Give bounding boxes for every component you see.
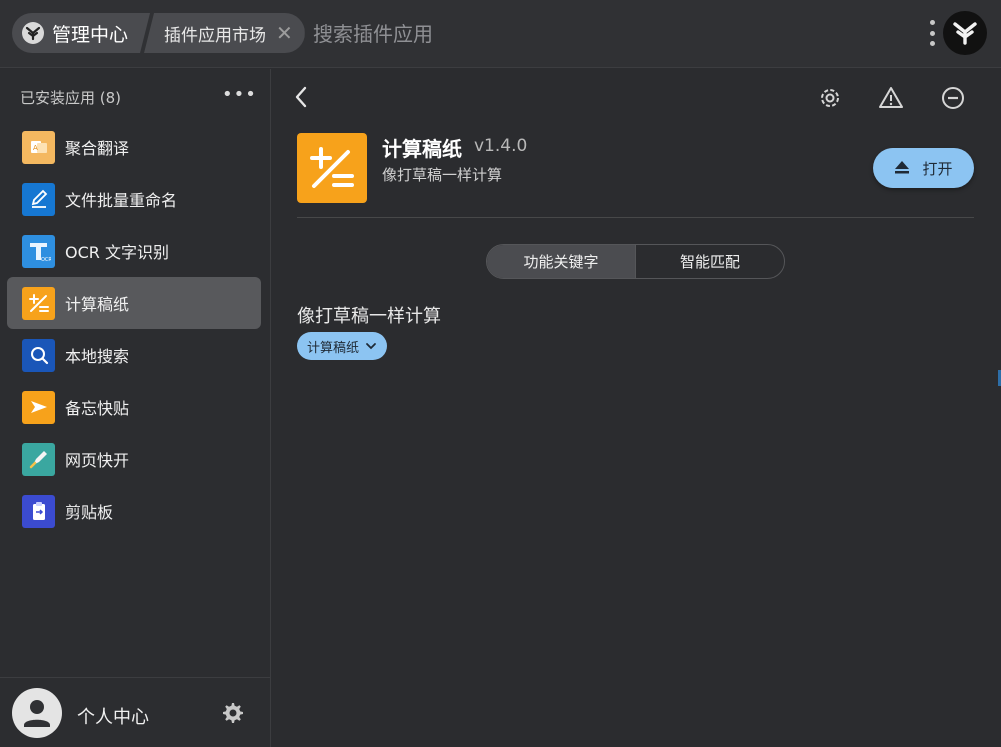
keyword-chip-label: 计算稿纸 — [307, 340, 360, 356]
sidebar-item-label: 剪贴板 — [65, 503, 114, 522]
breadcrumb: 管理中心 插件应用市场 ✕ — [12, 13, 305, 53]
sidebar-item-local-search[interactable]: 本地搜索 — [7, 329, 261, 381]
svg-text:A: A — [33, 144, 38, 152]
top-bar: 管理中心 插件应用市场 ✕ — [0, 0, 1001, 68]
sidebar-item-calculator[interactable]: 计算稿纸 — [7, 277, 261, 329]
sidebar-item-memo[interactable]: 备忘快贴 — [7, 381, 261, 433]
sidebar: 已安装应用 (8) ••• A 聚合翻译 文件批量重命名 OCR OCR 文字识… — [0, 69, 271, 747]
gear-icon[interactable] — [220, 701, 244, 729]
svg-text:OCR: OCR — [41, 257, 51, 263]
feature-tabs: 功能关键字 智能匹配 — [486, 244, 785, 279]
settings-gear-icon[interactable] — [817, 85, 843, 111]
user-icon — [24, 700, 50, 727]
account-avatar[interactable] — [943, 11, 987, 55]
installed-app-list: A 聚合翻译 文件批量重命名 OCR OCR 文字识别 计算稿纸 本地搜索 备忘… — [7, 121, 261, 537]
sidebar-footer: 个人中心 — [0, 677, 270, 747]
personal-center-label[interactable]: 个人中心 — [77, 703, 149, 729]
sidebar-item-label: 文件批量重命名 — [65, 191, 178, 210]
rename-pen-icon — [22, 182, 55, 216]
sidebar-item-label: 备忘快贴 — [65, 399, 130, 418]
more-horizontal-icon[interactable]: ••• — [222, 84, 257, 105]
sidebar-item-label: 网页快开 — [65, 451, 130, 470]
app-logo-icon — [22, 22, 44, 44]
chevron-down-icon — [365, 337, 377, 356]
breadcrumb-home-label: 管理中心 — [52, 23, 129, 46]
calculator-icon — [297, 133, 367, 203]
plugin-detail-panel: 计算稿纸 v1.4.0 像打草稿一样计算 打开 功能关键字 智能匹配 像打草稿一… — [272, 69, 1001, 747]
ocr-icon: OCR — [22, 234, 55, 268]
sidebar-item-label: 计算稿纸 — [65, 295, 130, 314]
tab-smart-match[interactable]: 智能匹配 — [636, 245, 784, 278]
sidebar-item-ocr[interactable]: OCR OCR 文字识别 — [7, 225, 261, 277]
tab-keywords[interactable]: 功能关键字 — [487, 245, 636, 278]
more-vertical-icon[interactable] — [926, 18, 938, 48]
sidebar-item-label: 本地搜索 — [65, 347, 130, 366]
rocket-icon — [22, 442, 55, 476]
open-button-label: 打开 — [922, 159, 953, 178]
sidebar-item-web-open[interactable]: 网页快开 — [7, 433, 261, 485]
plugin-version: v1.4.0 — [474, 136, 528, 156]
divider — [297, 217, 974, 218]
search-input[interactable] — [313, 20, 813, 48]
breadcrumb-current-tab[interactable]: 插件应用市场 ✕ — [144, 13, 305, 53]
sidebar-item-rename[interactable]: 文件批量重命名 — [7, 173, 261, 225]
user-avatar[interactable] — [12, 688, 62, 738]
clipboard-icon — [22, 494, 55, 528]
app-logo-icon — [953, 22, 977, 45]
sidebar-item-clipboard[interactable]: 剪贴板 — [7, 485, 261, 537]
installed-apps-heading: 已安装应用 (8) — [20, 89, 122, 107]
feature-title: 像打草稿一样计算 — [297, 306, 441, 327]
local-search-icon — [22, 338, 55, 372]
close-icon[interactable]: ✕ — [276, 23, 293, 43]
sidebar-item-translate[interactable]: A 聚合翻译 — [7, 121, 261, 173]
open-button[interactable]: 打开 — [873, 148, 974, 188]
breadcrumb-home[interactable]: 管理中心 — [12, 13, 150, 53]
sidebar-item-label: 聚合翻译 — [65, 139, 130, 158]
remove-circle-icon[interactable] — [940, 85, 966, 111]
keyword-chip[interactable]: 计算稿纸 — [297, 332, 388, 360]
memo-icon — [22, 390, 55, 424]
plugin-name: 计算稿纸 — [382, 137, 462, 161]
warning-triangle-icon[interactable] — [878, 85, 904, 111]
back-arrow-icon[interactable] — [290, 85, 314, 109]
plugin-description: 像打草稿一样计算 — [382, 166, 503, 184]
eject-icon — [894, 159, 910, 178]
translate-icon: A — [22, 130, 55, 164]
breadcrumb-current-label: 插件应用市场 — [164, 25, 267, 46]
calculator-icon — [22, 286, 55, 320]
sidebar-item-label: OCR 文字识别 — [65, 243, 169, 262]
